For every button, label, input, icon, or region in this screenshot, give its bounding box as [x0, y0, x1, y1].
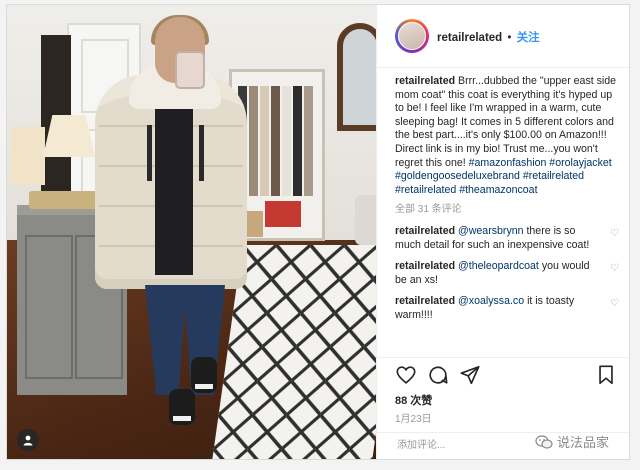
share-plane-icon[interactable]	[459, 364, 481, 386]
dresser-door	[25, 235, 73, 379]
bookmark-icon[interactable]	[595, 364, 617, 386]
comment-bubble-icon[interactable]	[427, 364, 449, 386]
comment-item: retailrelated @theleopardcoat you would …	[395, 260, 619, 287]
person-shoe	[191, 357, 217, 393]
caption-username[interactable]: retailrelated	[395, 75, 455, 87]
hanging-garment	[249, 86, 258, 196]
comment-like-heart-icon[interactable]: ♡	[610, 262, 619, 276]
photo-stool	[355, 195, 376, 245]
post-caption: retailrelated Brrr...dubbed the "upper e…	[395, 75, 619, 197]
post-side-panel: retailrelated • 关注 retailrelated Brrr...…	[376, 5, 629, 459]
person-shoe	[169, 389, 195, 425]
avatar[interactable]	[395, 19, 429, 53]
view-all-comments-link[interactable]: 全部 31 条评论	[395, 203, 619, 217]
comments-section[interactable]: retailrelated Brrr...dubbed the "upper e…	[395, 75, 619, 355]
follow-button[interactable]: 关注	[517, 32, 540, 44]
separator-dot: •	[507, 32, 512, 44]
photo-box	[265, 201, 301, 227]
person-shirt	[155, 105, 193, 275]
comment-mention[interactable]: @xoalyssa.co	[458, 295, 524, 307]
coat-strap	[147, 125, 152, 181]
watermark: 说法品家	[535, 432, 609, 451]
comment-username[interactable]: retailrelated	[395, 295, 455, 307]
photo-mirror	[337, 23, 376, 131]
comment-mention[interactable]: @wearsbrynn	[458, 225, 524, 237]
watermark-text: 说法品家	[557, 435, 610, 450]
comment-username[interactable]: retailrelated	[395, 260, 455, 272]
comment-like-heart-icon[interactable]: ♡	[610, 297, 619, 311]
wechat-icon	[535, 435, 553, 449]
photo-lamp	[11, 127, 45, 185]
person-phone	[175, 51, 205, 89]
avatar-image	[398, 22, 426, 50]
coat-strap	[199, 125, 204, 181]
post-date: 1月23日	[395, 414, 432, 425]
hanging-garment	[304, 86, 313, 196]
instagram-post-card: retailrelated • 关注 retailrelated Brrr...…	[6, 4, 630, 460]
caption-text: Brrr...dubbed the "upper east side mom c…	[395, 75, 617, 169]
comment-username[interactable]: retailrelated	[395, 225, 455, 237]
comment-mention[interactable]: @theleopardcoat	[458, 260, 539, 272]
photo-tray	[29, 191, 99, 209]
hanging-garment	[282, 86, 291, 196]
post-photo[interactable]	[7, 5, 376, 459]
hanging-garment	[271, 86, 280, 196]
post-header: retailrelated • 关注	[377, 5, 629, 68]
comment-like-heart-icon[interactable]: ♡	[610, 227, 619, 241]
username-link[interactable]: retailrelated	[437, 32, 502, 44]
person-silhouette-icon	[23, 435, 33, 446]
tagged-users-icon[interactable]	[17, 429, 39, 451]
add-comment-input[interactable]	[395, 439, 519, 452]
hanging-garment	[293, 86, 302, 196]
hanging-garment	[260, 86, 269, 196]
likes-count[interactable]: 88 次赞	[395, 392, 432, 408]
post-author-row: retailrelated • 关注	[437, 29, 540, 45]
comment-item: retailrelated @xoalyssa.co it is toasty …	[395, 295, 619, 322]
heart-icon[interactable]	[395, 364, 417, 386]
comment-item: retailrelated @wearsbrynn there is so mu…	[395, 225, 619, 252]
